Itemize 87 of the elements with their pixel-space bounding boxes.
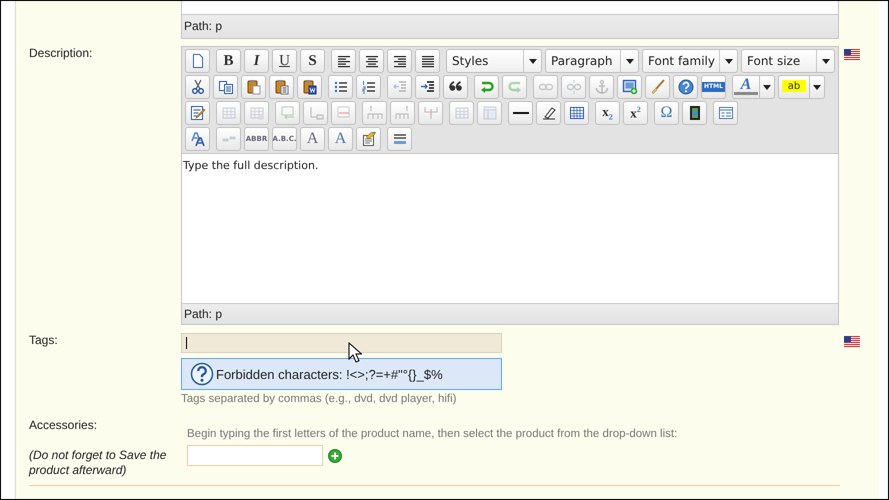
align-right-icon (392, 53, 408, 69)
editor-content: Type the full description. (182, 158, 320, 174)
align-center-icon (364, 53, 380, 69)
image-icon (622, 79, 638, 95)
help-button[interactable] (673, 75, 698, 99)
help-icon (678, 79, 694, 95)
superscript-button[interactable]: x$^{2}$ (623, 101, 648, 125)
editor-path: Path: p (182, 303, 838, 324)
style-icon (190, 131, 206, 147)
redo-icon (506, 79, 522, 95)
bullet-list-button[interactable] (328, 75, 353, 99)
flag-icon (844, 49, 860, 60)
align-left-icon (336, 53, 352, 69)
caret-icon (822, 58, 830, 64)
add-icon[interactable] (328, 448, 342, 462)
horizontal-line-icon (512, 112, 528, 114)
caret-icon (528, 58, 536, 64)
align-center-button[interactable] (359, 49, 384, 73)
help-icon (190, 362, 214, 386)
align-left-button[interactable] (331, 49, 356, 73)
numbered-list-icon (360, 79, 376, 95)
justify-button[interactable] (415, 49, 440, 73)
clipboard-icon (302, 79, 318, 95)
horizontal-rule-button[interactable] (508, 101, 533, 125)
style-button[interactable] (185, 127, 210, 151)
field-label: Tags: (29, 333, 59, 349)
attributes-button[interactable] (356, 127, 381, 151)
window-icon (718, 105, 734, 121)
eraser-button[interactable] (536, 101, 561, 125)
underline-button[interactable]: U (272, 49, 297, 73)
highlight-color-button[interactable]: ab (778, 75, 825, 99)
caret-icon (724, 58, 732, 64)
copy-icon (218, 79, 234, 95)
special-character-button[interactable]: Ω (654, 101, 679, 125)
justify-icon (420, 53, 436, 69)
dropdown[interactable]: Font size (741, 49, 835, 73)
brush-icon (650, 79, 666, 95)
tags-field[interactable] (181, 333, 502, 353)
bullet-list-icon (332, 79, 348, 95)
flag-icon (844, 336, 860, 347)
clipboard-icon (274, 79, 290, 95)
undo-button[interactable] (474, 75, 499, 99)
anchor-icon (594, 79, 610, 95)
paste-text-button[interactable] (269, 75, 294, 99)
scissors-icon (190, 79, 206, 95)
dropdown[interactable]: Styles (446, 49, 542, 73)
table-button[interactable] (564, 101, 589, 125)
field-label: Description: (29, 46, 94, 62)
editor-path: Path: p (182, 14, 838, 38)
eraser-icon (540, 105, 556, 121)
form-button[interactable] (713, 101, 738, 125)
italic-button[interactable]: I (244, 49, 269, 73)
pencil-document-icon (190, 105, 206, 121)
note-text: (Do not forget to Save the product afterward) (29, 448, 168, 478)
caret-icon (763, 84, 771, 90)
dropdown[interactable]: Font family (642, 49, 738, 73)
bold-button[interactable]: B (216, 49, 241, 73)
blockquote-button[interactable] (443, 75, 468, 99)
undo-icon (478, 79, 494, 95)
clipboard-icon (246, 79, 262, 95)
new-document-button[interactable] (185, 49, 210, 73)
field-label: Accessories: (29, 418, 98, 432)
hint-text: Tags separated by commas (e.g., dvd, dvd player, hifi) (181, 393, 458, 405)
paragraph-button[interactable] (387, 127, 412, 151)
indent-button[interactable] (415, 75, 440, 99)
image-button[interactable] (617, 75, 642, 99)
align-right-button[interactable] (387, 49, 412, 73)
pencil-document-icon (360, 131, 376, 147)
strikethrough-button[interactable]: S (300, 49, 325, 73)
tooltip-text: Forbidden characters: !<>;?=+#"°{}_$% (216, 366, 443, 382)
mouse-pointer-icon (348, 342, 362, 363)
subscript-button[interactable]: x$_{2}$ (595, 101, 620, 125)
media-button[interactable] (682, 101, 707, 125)
paste-word-button[interactable] (297, 75, 322, 99)
broken-chain-icon (566, 79, 582, 95)
dropdown[interactable]: Paragraph (545, 49, 639, 73)
caret-icon (813, 84, 821, 90)
caret-icon (626, 58, 634, 64)
product-search-field[interactable] (187, 445, 323, 466)
copy-button[interactable] (213, 75, 238, 99)
paste-button[interactable] (241, 75, 266, 99)
edit-button[interactable] (185, 101, 210, 125)
cut-button[interactable] (185, 75, 210, 99)
cleanup-button[interactable] (645, 75, 670, 99)
text-color-button[interactable]: A (732, 75, 775, 99)
instruction-text: Begin typing the first letters of the product name, then select the product from the drop-down list: (187, 428, 678, 440)
numbered-list-button[interactable] (356, 75, 381, 99)
